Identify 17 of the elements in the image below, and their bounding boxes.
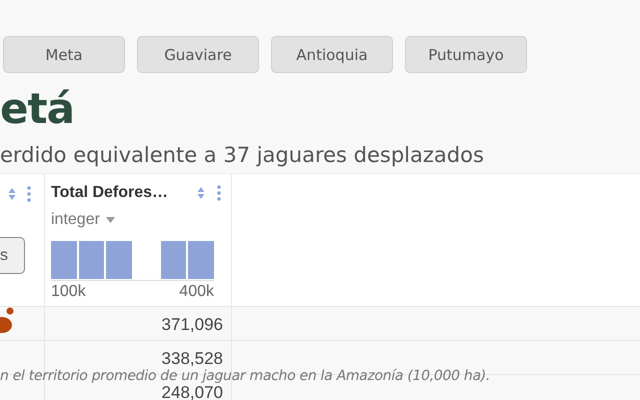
subtitle: erdido equivalente a 37 jaguares desplazados (0, 142, 485, 169)
sort-icon[interactable] (197, 186, 206, 200)
column-type: integer (51, 211, 100, 229)
axis-label: 400k (179, 283, 214, 301)
page-title: etá (0, 83, 75, 135)
table-cell: 371,096 (45, 307, 232, 340)
axis-label: 100k (51, 283, 86, 301)
column-button[interactable]: s (0, 237, 25, 274)
region-button[interactable]: Putumayo (405, 36, 527, 73)
menu-icon[interactable] (217, 185, 221, 201)
column-header: Total Defores… (51, 184, 170, 202)
region-button[interactable]: Antioquia (271, 36, 393, 73)
region-button[interactable]: Meta (3, 36, 125, 73)
sort-icon[interactable] (8, 187, 16, 201)
menu-icon[interactable] (27, 186, 31, 202)
dropdown-icon[interactable] (106, 217, 115, 223)
region-button[interactable]: Guaviare (137, 36, 259, 73)
